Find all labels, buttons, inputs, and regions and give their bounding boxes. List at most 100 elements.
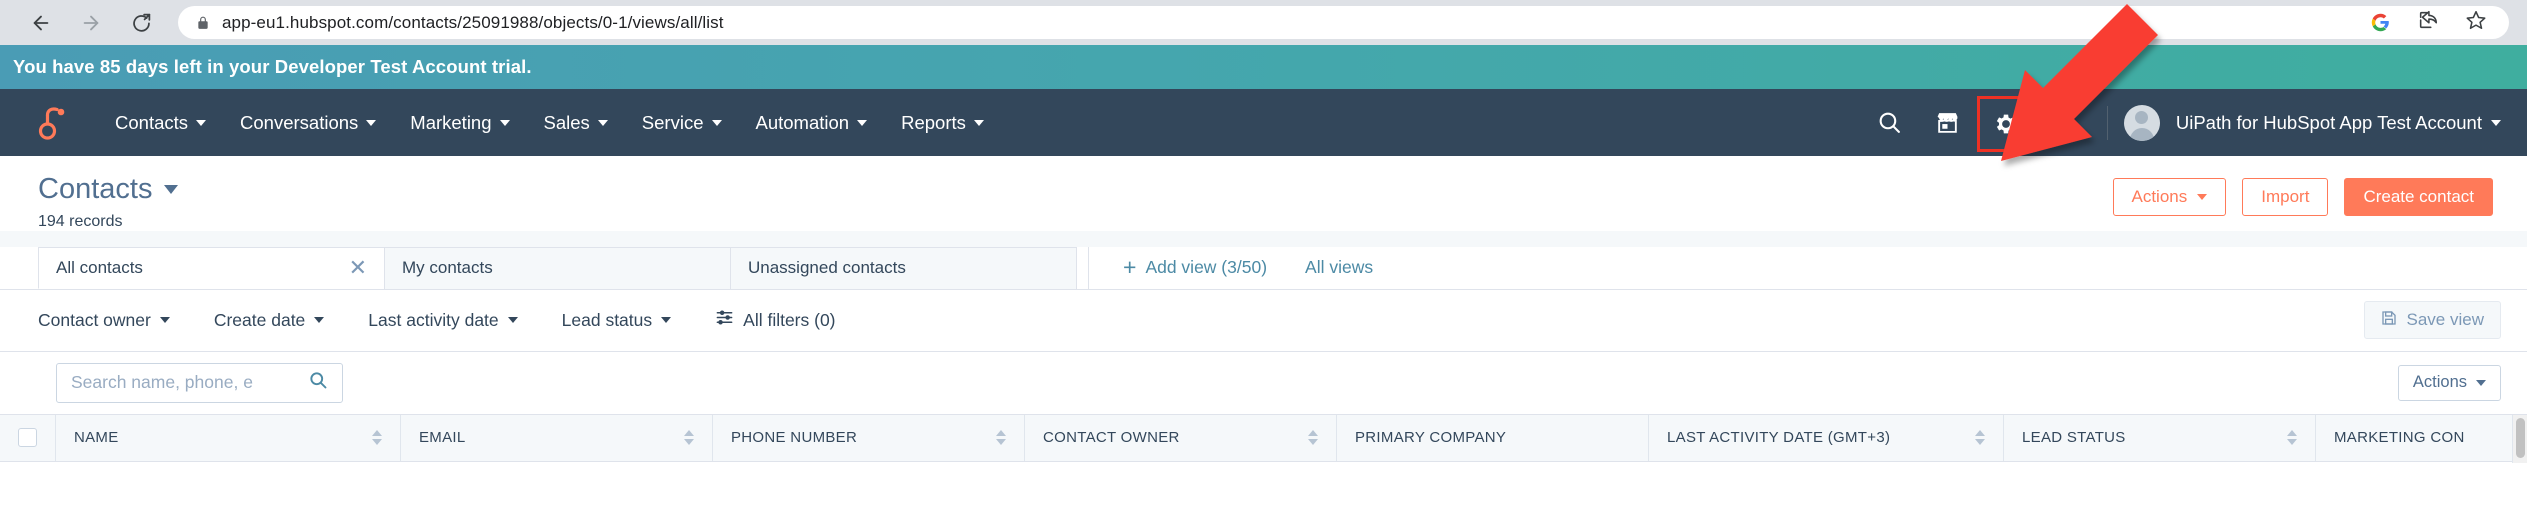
search-input-wrapper[interactable] xyxy=(56,362,343,403)
trial-banner: You have 85 days left in your Developer … xyxy=(0,45,2527,89)
sort-icon[interactable] xyxy=(672,430,694,446)
url-text: app-eu1.hubspot.com/contacts/25091988/ob… xyxy=(222,12,724,32)
save-view-label: Save view xyxy=(2406,310,2484,330)
sort-icon[interactable] xyxy=(360,430,382,446)
horizontal-scrollbar[interactable] xyxy=(2512,414,2527,463)
hubspot-sprocket-logo[interactable] xyxy=(38,106,68,140)
nav-item-automation[interactable]: Automation xyxy=(739,112,885,134)
lock-icon xyxy=(196,15,210,31)
table-toolbar: Actions xyxy=(0,352,2527,414)
nav-item-service[interactable]: Service xyxy=(625,112,739,134)
gear-icon[interactable] xyxy=(1976,95,2035,152)
column-header-last-activity-date[interactable]: LAST ACTIVITY DATE (GMT+3) xyxy=(1649,414,2004,461)
nav-item-label: Sales xyxy=(543,111,590,133)
chevron-down-icon xyxy=(973,119,984,126)
sort-icon[interactable] xyxy=(984,430,1006,446)
search-input[interactable] xyxy=(71,372,308,394)
save-disk-icon xyxy=(2381,310,2397,331)
create-contact-button[interactable]: Create contact xyxy=(2344,178,2493,216)
address-bar[interactable]: app-eu1.hubspot.com/contacts/25091988/ob… xyxy=(178,6,2509,39)
page-header-actions: Actions Import Create contact xyxy=(2112,174,2493,216)
column-header-primary-company[interactable]: PRIMARY COMPANY xyxy=(1337,414,1649,461)
avatar[interactable] xyxy=(2123,104,2160,141)
actions-button[interactable]: Actions xyxy=(2112,178,2227,216)
share-icon[interactable] xyxy=(2417,9,2439,36)
page-title[interactable]: Contacts xyxy=(38,173,179,206)
column-header-name[interactable]: NAME xyxy=(56,414,401,461)
account-menu[interactable]: UiPath for HubSpot App Test Account xyxy=(2176,112,2501,134)
chevron-down-icon xyxy=(507,317,518,324)
filter-contact-owner[interactable]: Contact owner xyxy=(38,310,192,331)
create-contact-label: Create contact xyxy=(2363,187,2474,206)
column-header-contact-owner[interactable]: CONTACT OWNER xyxy=(1025,414,1337,461)
nav-item-label: Marketing xyxy=(410,111,492,133)
nav-item-label: Reports xyxy=(901,111,966,133)
sort-icon[interactable] xyxy=(2275,430,2297,446)
column-label: LEAD STATUS xyxy=(2022,429,2126,447)
reload-icon[interactable] xyxy=(118,0,164,45)
chevron-down-icon xyxy=(499,119,510,126)
sort-icon[interactable] xyxy=(1296,430,1318,446)
nav-menu: Contacts Conversations Marketing Sales S… xyxy=(98,112,1001,134)
nav-item-label: Contacts xyxy=(115,111,189,133)
import-button[interactable]: Import xyxy=(2242,178,2329,216)
chevron-down-icon xyxy=(164,185,179,195)
chevron-down-icon xyxy=(661,317,672,324)
chevron-down-icon xyxy=(366,119,377,126)
back-arrow-icon[interactable] xyxy=(18,0,64,45)
view-tab-all-contacts[interactable]: All contacts ✕ xyxy=(38,246,385,289)
view-tab-my-contacts[interactable]: My contacts xyxy=(384,246,731,289)
star-icon[interactable] xyxy=(2465,9,2487,36)
google-icon[interactable] xyxy=(2370,12,2391,33)
select-all-checkbox[interactable] xyxy=(18,428,37,448)
save-view-button[interactable]: Save view xyxy=(2363,301,2501,340)
nav-item-label: Service xyxy=(641,111,704,133)
all-views-label: All views xyxy=(1305,257,1374,278)
filter-last-activity-date[interactable]: Last activity date xyxy=(346,310,539,331)
plus-icon: + xyxy=(1123,254,1137,281)
column-label: MARKETING CON xyxy=(2334,429,2465,447)
all-filters-button[interactable]: All filters (0) xyxy=(693,308,857,332)
column-header-phone-number[interactable]: PHONE NUMBER xyxy=(713,414,1025,461)
column-label: NAME xyxy=(74,429,119,447)
add-view-button[interactable]: + Add view (3/50) xyxy=(1123,256,1267,279)
nav-item-conversations[interactable]: Conversations xyxy=(223,112,393,134)
page-header: Contacts 194 records Actions Import Crea… xyxy=(0,156,2527,231)
nav-item-label: Conversations xyxy=(240,111,359,133)
bell-icon[interactable] xyxy=(2035,89,2093,156)
column-header-lead-status[interactable]: LEAD STATUS xyxy=(2004,414,2316,461)
sort-icon[interactable] xyxy=(1963,430,1985,446)
table-actions-button[interactable]: Actions xyxy=(2397,364,2501,401)
chevron-down-icon xyxy=(711,119,722,126)
search-icon[interactable] xyxy=(1861,89,1919,156)
close-icon[interactable]: ✕ xyxy=(349,256,367,279)
view-tab-label: All contacts xyxy=(56,257,143,277)
all-views-link[interactable]: All views xyxy=(1305,257,1373,278)
filter-label: Contact owner xyxy=(38,309,151,330)
scrollbar-thumb[interactable] xyxy=(2515,417,2525,458)
nav-item-reports[interactable]: Reports xyxy=(884,112,1001,134)
all-filters-label: All filters (0) xyxy=(743,309,836,330)
view-tab-unassigned-contacts[interactable]: Unassigned contacts xyxy=(730,246,1077,289)
search-icon[interactable] xyxy=(308,370,328,395)
import-button-label: Import xyxy=(2261,187,2310,206)
filter-create-date[interactable]: Create date xyxy=(192,310,346,331)
chevron-down-icon xyxy=(597,119,608,126)
column-header-marketing-contact[interactable]: MARKETING CON xyxy=(2316,415,2516,461)
column-label: PRIMARY COMPANY xyxy=(1355,429,1507,447)
nav-item-marketing[interactable]: Marketing xyxy=(393,112,526,134)
forward-arrow-icon[interactable] xyxy=(68,0,114,45)
filter-lead-status[interactable]: Lead status xyxy=(540,310,693,331)
filter-label: Lead status xyxy=(561,309,653,330)
trial-banner-text: You have 85 days left in your Developer … xyxy=(13,56,532,77)
marketplace-icon[interactable] xyxy=(1919,89,1977,156)
nav-item-label: Automation xyxy=(755,111,850,133)
nav-item-contacts[interactable]: Contacts xyxy=(98,112,223,134)
nav-item-sales[interactable]: Sales xyxy=(527,112,625,134)
contacts-page: Contacts 194 records Actions Import Crea… xyxy=(0,156,2527,463)
chevron-down-icon xyxy=(159,317,170,324)
filter-label: Create date xyxy=(213,309,306,330)
select-all-checkbox-cell[interactable] xyxy=(0,414,56,461)
record-count: 194 records xyxy=(38,212,123,230)
column-header-email[interactable]: EMAIL xyxy=(401,414,713,461)
